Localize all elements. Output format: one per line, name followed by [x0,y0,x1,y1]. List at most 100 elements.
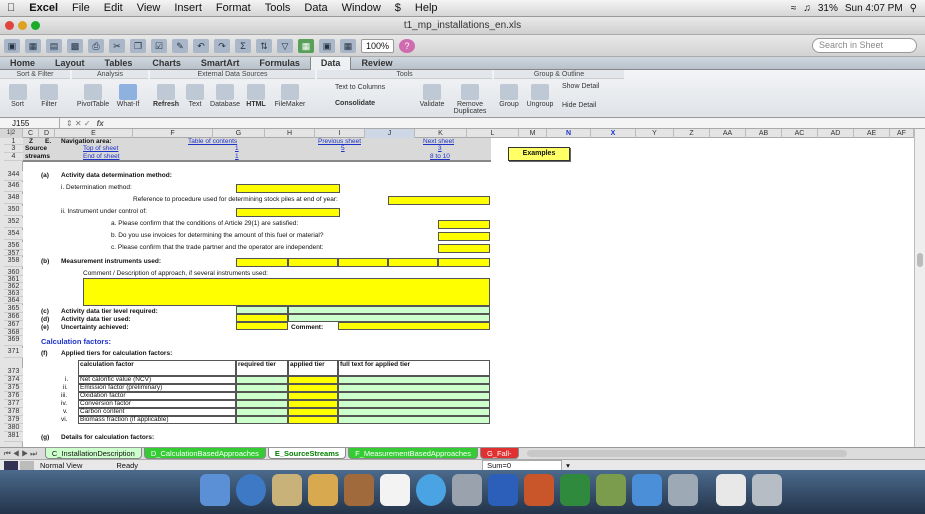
tab-layout[interactable]: Layout [45,57,95,70]
row-header[interactable]: 358 [4,257,23,267]
tab-home[interactable]: Home [0,57,45,70]
table-of-contents-link[interactable]: Table of contents [188,138,237,146]
clock-label[interactable]: Sun 4:07 PM [845,3,903,14]
photos-icon[interactable] [344,474,374,506]
copy-icon[interactable]: ❐ [130,38,146,53]
column-header-af[interactable]: AF [890,129,914,138]
tab-smartart[interactable]: SmartArt [191,57,250,70]
row-header[interactable]: 376 [4,392,23,400]
sum-dropdown-icon[interactable]: ▾ [566,461,570,470]
minimize-window-button[interactable] [18,21,27,30]
wifi-icon[interactable]: ≈ [791,3,797,14]
row-header[interactable]: 364 [4,297,23,304]
factor-applied-tier-input[interactable] [288,376,338,384]
column-header-y[interactable]: Y [636,129,674,138]
show-detail-button[interactable]: Show Detail [562,83,622,90]
tab-tables[interactable]: Tables [95,57,143,70]
print-icon[interactable]: ⎙ [88,38,104,53]
menu-edit[interactable]: Edit [97,2,130,14]
sum-display[interactable]: Sum=0 [482,459,563,471]
question-b-input[interactable] [438,232,490,241]
close-window-button[interactable] [5,21,14,30]
refresh-button[interactable]: Refresh [152,84,180,108]
row-header[interactable]: 344 [4,171,23,181]
sheet-tab-e[interactable]: E_SourceStreams [267,448,347,459]
help-icon[interactable]: ? [399,38,416,53]
row-header[interactable]: 367 [4,321,23,329]
open-icon[interactable]: ▤ [46,38,62,53]
sheet-tab-c[interactable]: C_InstallationDescription [44,448,142,459]
spotlight-icon[interactable]: ⚲ [910,3,917,14]
redo-icon[interactable]: ↷ [214,38,230,53]
toolbox-icon[interactable]: ▣ [319,38,335,53]
html-button[interactable]: HTML [244,84,268,108]
battery-label[interactable]: 31% [818,3,838,14]
question-a-input[interactable] [438,220,490,229]
instrument-2-input[interactable] [288,258,338,267]
paste-icon[interactable]: ☑ [151,38,167,53]
column-header-ab[interactable]: AB [746,129,782,138]
word-icon[interactable] [488,474,518,506]
instrument-3-input[interactable] [338,258,388,267]
uncertainty-input[interactable] [236,322,288,330]
menu-help[interactable]: Help [408,2,445,14]
excel-icon[interactable] [560,474,590,506]
vertical-scroll-thumb[interactable] [917,253,923,267]
row-header[interactable]: 368 [4,329,23,336]
next-link-number[interactable]: 3 [438,145,442,153]
zoom-select[interactable]: 100% [361,38,395,53]
next-link-range[interactable]: 8 to 10 [430,153,450,161]
remove-duplicates-button[interactable]: Remove Duplicates [451,84,489,115]
sheet-tab-g[interactable]: G_Fall- [479,448,519,459]
pivottable-button[interactable]: PivotTable [76,84,110,108]
gallery-icon[interactable]: ▦ [25,38,41,53]
ungroup-button[interactable]: Ungroup [524,84,556,108]
reference-procedure-input[interactable] [388,196,490,205]
contacts-icon[interactable] [308,474,338,506]
instrument-4-input[interactable] [388,258,438,267]
menu-file[interactable]: File [65,2,97,14]
calendar-icon[interactable] [380,474,410,506]
column-header-i[interactable]: I [315,129,365,138]
row-header[interactable]: 356 [4,242,23,250]
toc-link-number-2[interactable]: 1 [235,153,239,161]
row-header[interactable]: 3 [4,145,23,153]
powerpoint-icon[interactable] [524,474,554,506]
tab-formulas[interactable]: Formulas [249,57,310,70]
normal-view-icon[interactable] [4,460,18,470]
row-header[interactable]: 371 [4,348,23,358]
sheet-tab-f[interactable]: F_MeasurementBasedApproaches [348,448,478,459]
row-header[interactable]: 357 [4,250,23,257]
menu-view[interactable]: View [130,2,168,14]
menu-window[interactable]: Window [335,2,388,14]
instrument-5-input[interactable] [438,258,490,267]
finder-icon[interactable] [200,474,230,506]
column-header-ae[interactable]: AE [854,129,890,138]
comment-description-input[interactable] [83,278,490,306]
filter-icon[interactable]: ▽ [277,38,293,53]
column-header-l[interactable]: L [467,129,519,138]
sheet-tab-d[interactable]: D_CalculationBasedApproaches [143,448,266,459]
row-header[interactable]: 1 [4,138,23,145]
preview-icon[interactable] [272,474,302,506]
row-header[interactable]: 375 [4,384,23,392]
app-icon[interactable] [596,474,626,506]
menu-format[interactable]: Format [209,2,258,14]
volume-icon[interactable]: ♫ [803,3,811,14]
horizontal-scrollbar[interactable] [526,450,847,457]
select-all-corner[interactable]: 1|2 [0,129,23,138]
row-header[interactable]: 374 [4,376,23,384]
filter-button[interactable]: Filter [35,84,63,108]
column-header-k[interactable]: K [415,129,467,138]
group-button[interactable]: Group [496,84,522,108]
column-header-f[interactable]: F [133,129,213,138]
toc-link-number[interactable]: 1 [235,145,239,153]
database-button[interactable]: Database [208,84,242,108]
factor-applied-tier-input[interactable] [288,392,338,400]
row-header[interactable]: 362 [4,283,23,290]
menu-insert[interactable]: Insert [167,2,209,14]
column-header-ac[interactable]: AC [782,129,818,138]
row-header[interactable]: 381 [4,432,23,442]
menu-tools[interactable]: Tools [258,2,298,14]
hide-detail-button[interactable]: Hide Detail [562,102,622,109]
